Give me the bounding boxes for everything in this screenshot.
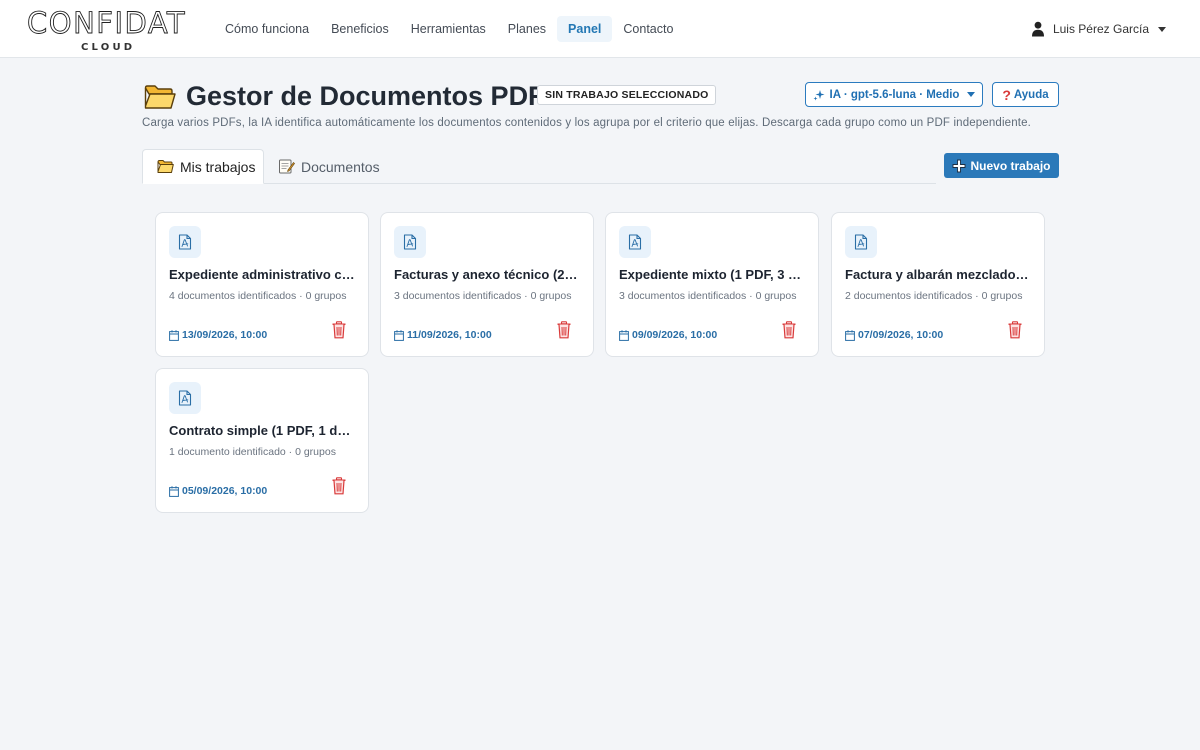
job-meta: 4 documentos identificados · 0 grupos bbox=[169, 290, 347, 302]
job-date-text: 09/09/2026, 10:00 bbox=[632, 329, 718, 341]
calendar-icon bbox=[619, 329, 629, 341]
job-title: Expediente administrativo completo (3 PD… bbox=[169, 267, 355, 282]
nav-link-como-funciona[interactable]: Cómo funciona bbox=[214, 16, 320, 42]
calendar-icon bbox=[394, 329, 404, 341]
trash-icon[interactable] bbox=[331, 477, 347, 495]
brand-logo[interactable]: CONFIDAT CLOUD bbox=[27, 7, 189, 53]
status-badge: SIN TRABAJO SELECCIONADO bbox=[537, 85, 717, 105]
job-date: 07/09/2026, 10:00 bbox=[845, 329, 943, 341]
trash-icon[interactable] bbox=[781, 321, 797, 339]
job-title: Contrato simple (1 PDF, 1 documento) bbox=[169, 423, 355, 438]
top-navbar: CONFIDAT CLOUD Cómo funciona Beneficios … bbox=[0, 0, 1200, 58]
trash-icon[interactable] bbox=[331, 321, 347, 339]
calendar-icon bbox=[845, 329, 855, 341]
pdf-file-icon bbox=[845, 226, 877, 258]
new-job-label: Nuevo trabajo bbox=[970, 158, 1051, 173]
user-icon bbox=[1031, 21, 1044, 37]
user-name: Luis Pérez García bbox=[1052, 22, 1149, 36]
plus-icon bbox=[953, 159, 966, 172]
pdf-file-icon bbox=[169, 226, 201, 258]
tab-mis-trabajos[interactable]: Mis trabajos bbox=[142, 149, 264, 184]
new-job-button[interactable]: Nuevo trabajo bbox=[944, 153, 1059, 178]
user-menu[interactable]: Luis Pérez García bbox=[1031, 20, 1166, 38]
logo-sub-text: CLOUD bbox=[81, 42, 136, 53]
job-title: Facturas y anexo técnico (2 PDFs) bbox=[394, 267, 580, 282]
job-card[interactable]: Factura y albarán mezclados (1 PDF) 2 do… bbox=[831, 212, 1045, 357]
job-card[interactable]: Contrato simple (1 PDF, 1 documento) 1 d… bbox=[155, 368, 369, 513]
nav-link-panel[interactable]: Panel bbox=[557, 16, 613, 42]
trash-icon[interactable] bbox=[1007, 321, 1023, 339]
job-meta: 1 documento identificado · 0 grupos bbox=[169, 446, 336, 458]
nav-link-beneficios[interactable]: Beneficios bbox=[320, 16, 400, 42]
page-subtitle: Carga varios PDFs, la IA identifica auto… bbox=[142, 117, 1031, 129]
job-date: 11/09/2026, 10:00 bbox=[394, 329, 492, 341]
job-date: 09/09/2026, 10:00 bbox=[619, 329, 717, 341]
logo-main-text: CONFIDAT bbox=[27, 6, 187, 40]
calendar-icon bbox=[169, 485, 179, 497]
tab-documentos[interactable]: Documentos bbox=[278, 149, 380, 184]
nav-links: Cómo funciona Beneficios Herramientas Pl… bbox=[214, 16, 684, 42]
trash-icon[interactable] bbox=[556, 321, 572, 339]
job-date-text: 11/09/2026, 10:00 bbox=[407, 329, 492, 341]
job-card[interactable]: Facturas y anexo técnico (2 PDFs) 3 docu… bbox=[380, 212, 594, 357]
folder-icon bbox=[144, 85, 176, 109]
ai-model-dropdown[interactable]: IA · gpt-5.6-luna · Medio bbox=[805, 82, 983, 107]
ai-model-label: IA · gpt-5.6-luna · Medio bbox=[829, 88, 960, 101]
job-title: Factura y albarán mezclados (1 PDF) bbox=[845, 267, 1031, 282]
job-meta: 3 documentos identificados · 0 grupos bbox=[619, 290, 797, 302]
job-date-text: 05/09/2026, 10:00 bbox=[182, 485, 268, 497]
chevron-down-icon bbox=[1158, 26, 1166, 32]
job-date-text: 07/09/2026, 10:00 bbox=[858, 329, 944, 341]
calendar-icon bbox=[169, 329, 179, 341]
memo-icon bbox=[279, 159, 295, 174]
sparkle-icon bbox=[813, 89, 825, 100]
job-card[interactable]: Expediente mixto (1 PDF, 3 documentos) 3… bbox=[605, 212, 819, 357]
job-title: Expediente mixto (1 PDF, 3 documentos) bbox=[619, 267, 805, 282]
tab-label: Documentos bbox=[301, 158, 380, 175]
job-date: 13/09/2026, 10:00 bbox=[169, 329, 267, 341]
pdf-file-icon bbox=[619, 226, 651, 258]
nav-link-planes[interactable]: Planes bbox=[497, 16, 557, 42]
question-mark-icon: ? bbox=[1002, 86, 1011, 103]
pdf-file-icon bbox=[394, 226, 426, 258]
chevron-down-icon bbox=[967, 92, 976, 97]
job-date: 05/09/2026, 10:00 bbox=[169, 485, 267, 497]
folder-icon bbox=[157, 160, 174, 173]
pdf-file-icon bbox=[169, 382, 201, 414]
nav-link-herramientas[interactable]: Herramientas bbox=[400, 16, 497, 42]
tab-label: Mis trabajos bbox=[180, 158, 256, 175]
job-date-text: 13/09/2026, 10:00 bbox=[182, 329, 268, 341]
page-title: Gestor de Documentos PDF bbox=[186, 81, 545, 111]
help-button[interactable]: ? Ayuda bbox=[992, 82, 1059, 107]
job-card[interactable]: Expediente administrativo completo (3 PD… bbox=[155, 212, 369, 357]
help-label: Ayuda bbox=[1013, 88, 1049, 101]
job-meta: 2 documentos identificados · 0 grupos bbox=[845, 290, 1023, 302]
nav-link-contacto[interactable]: Contacto bbox=[612, 16, 684, 42]
job-meta: 3 documentos identificados · 0 grupos bbox=[394, 290, 572, 302]
